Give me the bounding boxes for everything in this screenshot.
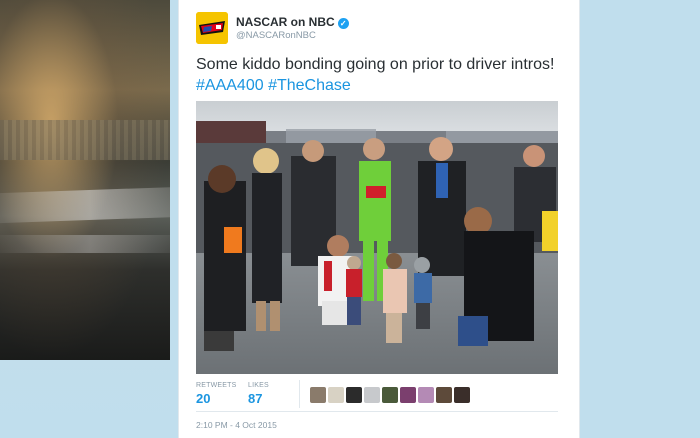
tweet-card: NASCAR on NBC ✓ @NASCARonNBC Some kiddo b… bbox=[178, 0, 580, 438]
tweet-text: Some kiddo bonding going on prior to dri… bbox=[196, 54, 566, 96]
display-name-text[interactable]: NASCAR on NBC bbox=[236, 15, 335, 29]
retweets-label: RETWEETS bbox=[196, 382, 237, 389]
likes-label: LIKES bbox=[248, 382, 269, 389]
background-streak bbox=[0, 186, 170, 224]
liker-avatar[interactable] bbox=[328, 387, 344, 403]
liker-avatar[interactable] bbox=[346, 387, 362, 403]
avatar[interactable] bbox=[196, 12, 228, 44]
verified-badge-icon: ✓ bbox=[337, 18, 349, 29]
tweet-stats: RETWEETS 20 LIKES 87 bbox=[196, 380, 558, 410]
tweet-timestamp[interactable]: 2:10 PM - 4 Oct 2015 bbox=[196, 420, 277, 430]
liker-avatar[interactable] bbox=[454, 387, 470, 403]
background-streak bbox=[0, 235, 170, 253]
hashtag-link[interactable]: #TheChase bbox=[268, 77, 351, 94]
retweets-count[interactable]: 20 bbox=[196, 391, 237, 406]
background-photo bbox=[0, 0, 170, 360]
nascar-logo-icon bbox=[196, 12, 228, 44]
user-handle[interactable]: @NASCARonNBC bbox=[236, 30, 316, 41]
retweets-stat[interactable]: RETWEETS 20 bbox=[196, 382, 237, 406]
liker-avatar[interactable] bbox=[382, 387, 398, 403]
hashtag-link[interactable]: #AAA400 bbox=[196, 77, 264, 94]
stats-divider bbox=[299, 380, 300, 408]
likes-stat[interactable]: LIKES 87 bbox=[248, 382, 269, 406]
liker-avatar[interactable] bbox=[400, 387, 416, 403]
page-background-right bbox=[586, 0, 700, 438]
liker-avatar[interactable] bbox=[436, 387, 452, 403]
background-stands bbox=[0, 120, 170, 160]
liker-avatar[interactable] bbox=[418, 387, 434, 403]
liker-avatar[interactable] bbox=[310, 387, 326, 403]
liker-avatar[interactable] bbox=[364, 387, 380, 403]
likes-count[interactable]: 87 bbox=[248, 391, 269, 406]
liker-avatars bbox=[310, 387, 472, 403]
tweet-header: NASCAR on NBC ✓ @NASCARonNBC bbox=[196, 12, 556, 46]
display-name[interactable]: NASCAR on NBC ✓ bbox=[236, 15, 349, 29]
tweet-photo-image bbox=[196, 101, 558, 374]
footer-divider bbox=[196, 411, 558, 412]
tweet-text-body: Some kiddo bonding going on prior to dri… bbox=[196, 56, 555, 73]
tweet-photo[interactable] bbox=[196, 101, 558, 374]
